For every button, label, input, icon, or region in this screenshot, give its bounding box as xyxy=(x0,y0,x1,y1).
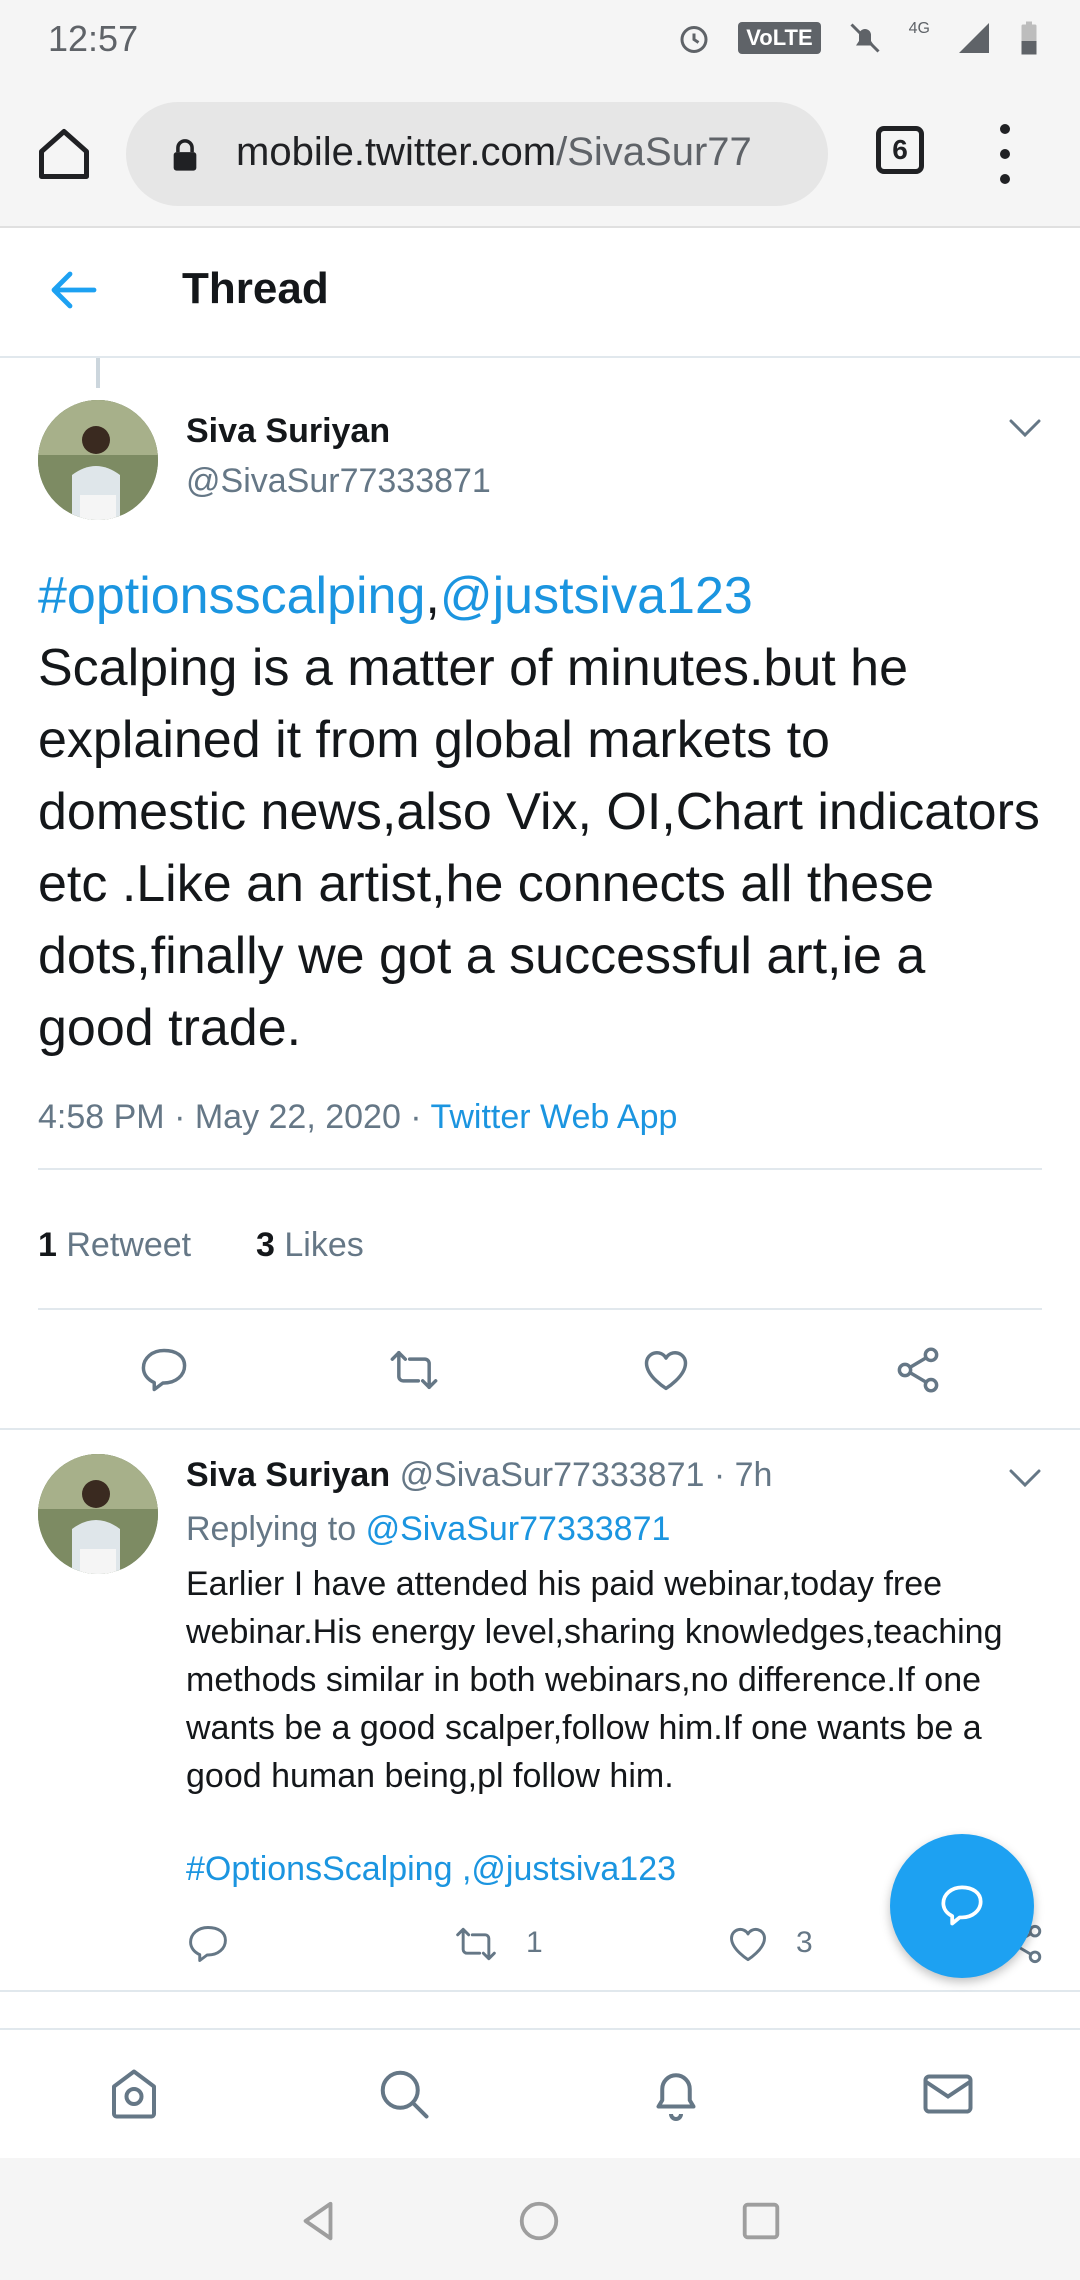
tweet-text: #optionsscalping,@justsiva123 Scalping is… xyxy=(38,560,1048,1064)
browser-home-icon[interactable] xyxy=(34,124,94,184)
lock-icon xyxy=(173,139,197,171)
volte-badge: VoLTE xyxy=(738,22,821,54)
bell-icon[interactable] xyxy=(646,2064,706,2124)
battery-icon xyxy=(1021,21,1037,55)
avatar[interactable] xyxy=(38,400,158,520)
chevron-down-icon[interactable] xyxy=(1008,1468,1042,1488)
thread-connector-line xyxy=(96,358,100,388)
reply-hashtag-mention-link[interactable]: #OptionsScalping ,@justsiva123 xyxy=(186,1850,676,1889)
author-name[interactable]: Siva Suriyan xyxy=(186,1456,390,1494)
home-icon[interactable] xyxy=(104,2064,164,2124)
divider xyxy=(0,1990,1080,1992)
tweet-stats: 1 Retweet 3 Likes xyxy=(38,1226,364,1265)
share-icon[interactable] xyxy=(892,1344,944,1396)
retweet-icon[interactable] xyxy=(454,1922,498,1966)
heart-icon[interactable] xyxy=(726,1922,770,1966)
author-name[interactable]: Siva Suriyan xyxy=(186,412,390,451)
reply-header: Siva Suriyan @SivaSur77333871 · 7h xyxy=(186,1456,772,1495)
retweet-count: 1 xyxy=(526,1926,543,1959)
alarm-icon xyxy=(680,26,708,53)
reply-icon[interactable] xyxy=(138,1344,190,1396)
divider xyxy=(38,1168,1042,1170)
browser-toolbar: mobile.twitter.com/SivaSur77 6 xyxy=(0,80,1080,228)
url-host: mobile.twitter.com xyxy=(236,130,557,174)
author-handle[interactable]: @SivaSur77333871 xyxy=(400,1456,705,1494)
tweet-body: Scalping is a matter of minutes.but he e… xyxy=(38,639,1040,1057)
page-title: Thread xyxy=(182,264,329,313)
url-path: /SivaSur77 xyxy=(556,130,752,174)
status-icons: VoLTE 4G xyxy=(676,20,1040,56)
retweets-stat[interactable]: 1 Retweet xyxy=(38,1226,191,1264)
system-recents-icon[interactable] xyxy=(738,2198,784,2244)
reply-icon[interactable] xyxy=(186,1922,230,1966)
browser-menu-button[interactable] xyxy=(990,124,1020,184)
tweet-source-link[interactable]: Twitter Web App xyxy=(430,1098,677,1136)
divider xyxy=(0,1428,1080,1430)
search-icon[interactable] xyxy=(374,2064,434,2124)
divider xyxy=(38,1308,1042,1310)
tweet-metadata: 4:58 PM · May 22, 2020 · Twitter Web App xyxy=(38,1098,677,1137)
tweet-time[interactable]: · 7h xyxy=(714,1456,773,1494)
back-arrow-icon[interactable] xyxy=(50,270,98,310)
author-handle[interactable]: @SivaSur77333871 xyxy=(186,462,491,501)
mention-link[interactable]: @justsiva123 xyxy=(440,567,753,625)
reply-text: Earlier I have attended his paid webinar… xyxy=(186,1565,1003,1795)
tweet-timestamp[interactable]: 4:58 PM · May 22, 2020 · xyxy=(38,1098,430,1136)
mute-icon xyxy=(850,23,880,53)
system-back-icon[interactable] xyxy=(296,2198,342,2244)
likes-stat[interactable]: 3 Likes xyxy=(256,1226,364,1264)
bottom-navigation xyxy=(0,2028,1080,2160)
hashtag-link[interactable]: #optionsscalping xyxy=(38,567,425,625)
system-home-icon[interactable] xyxy=(516,2198,562,2244)
replying-to: Replying to @SivaSur77333871 xyxy=(186,1510,671,1548)
network-type: 4G xyxy=(908,20,930,37)
replying-to-link[interactable]: @SivaSur77333871 xyxy=(366,1510,671,1548)
chevron-down-icon[interactable] xyxy=(1008,418,1042,438)
compose-icon xyxy=(941,1885,983,1926)
avatar[interactable] xyxy=(38,1454,158,1574)
thread-header: Thread xyxy=(0,228,1080,358)
mail-icon[interactable] xyxy=(918,2064,978,2124)
heart-icon[interactable] xyxy=(640,1344,692,1396)
system-navigation-bar xyxy=(0,2158,1080,2280)
tweet-text-separator: , xyxy=(425,567,440,625)
address-bar[interactable]: mobile.twitter.com/SivaSur77 xyxy=(126,102,828,206)
status-bar: 12:57 VoLTE 4G xyxy=(0,0,1080,80)
compose-button[interactable] xyxy=(890,1834,1034,1978)
signal-icon xyxy=(959,23,989,53)
retweet-icon[interactable] xyxy=(388,1344,440,1396)
like-count: 3 xyxy=(796,1926,813,1959)
url-text: mobile.twitter.com/SivaSur77 xyxy=(236,130,816,175)
tab-switcher-button[interactable]: 6 xyxy=(876,126,924,174)
status-time: 12:57 xyxy=(48,18,139,59)
